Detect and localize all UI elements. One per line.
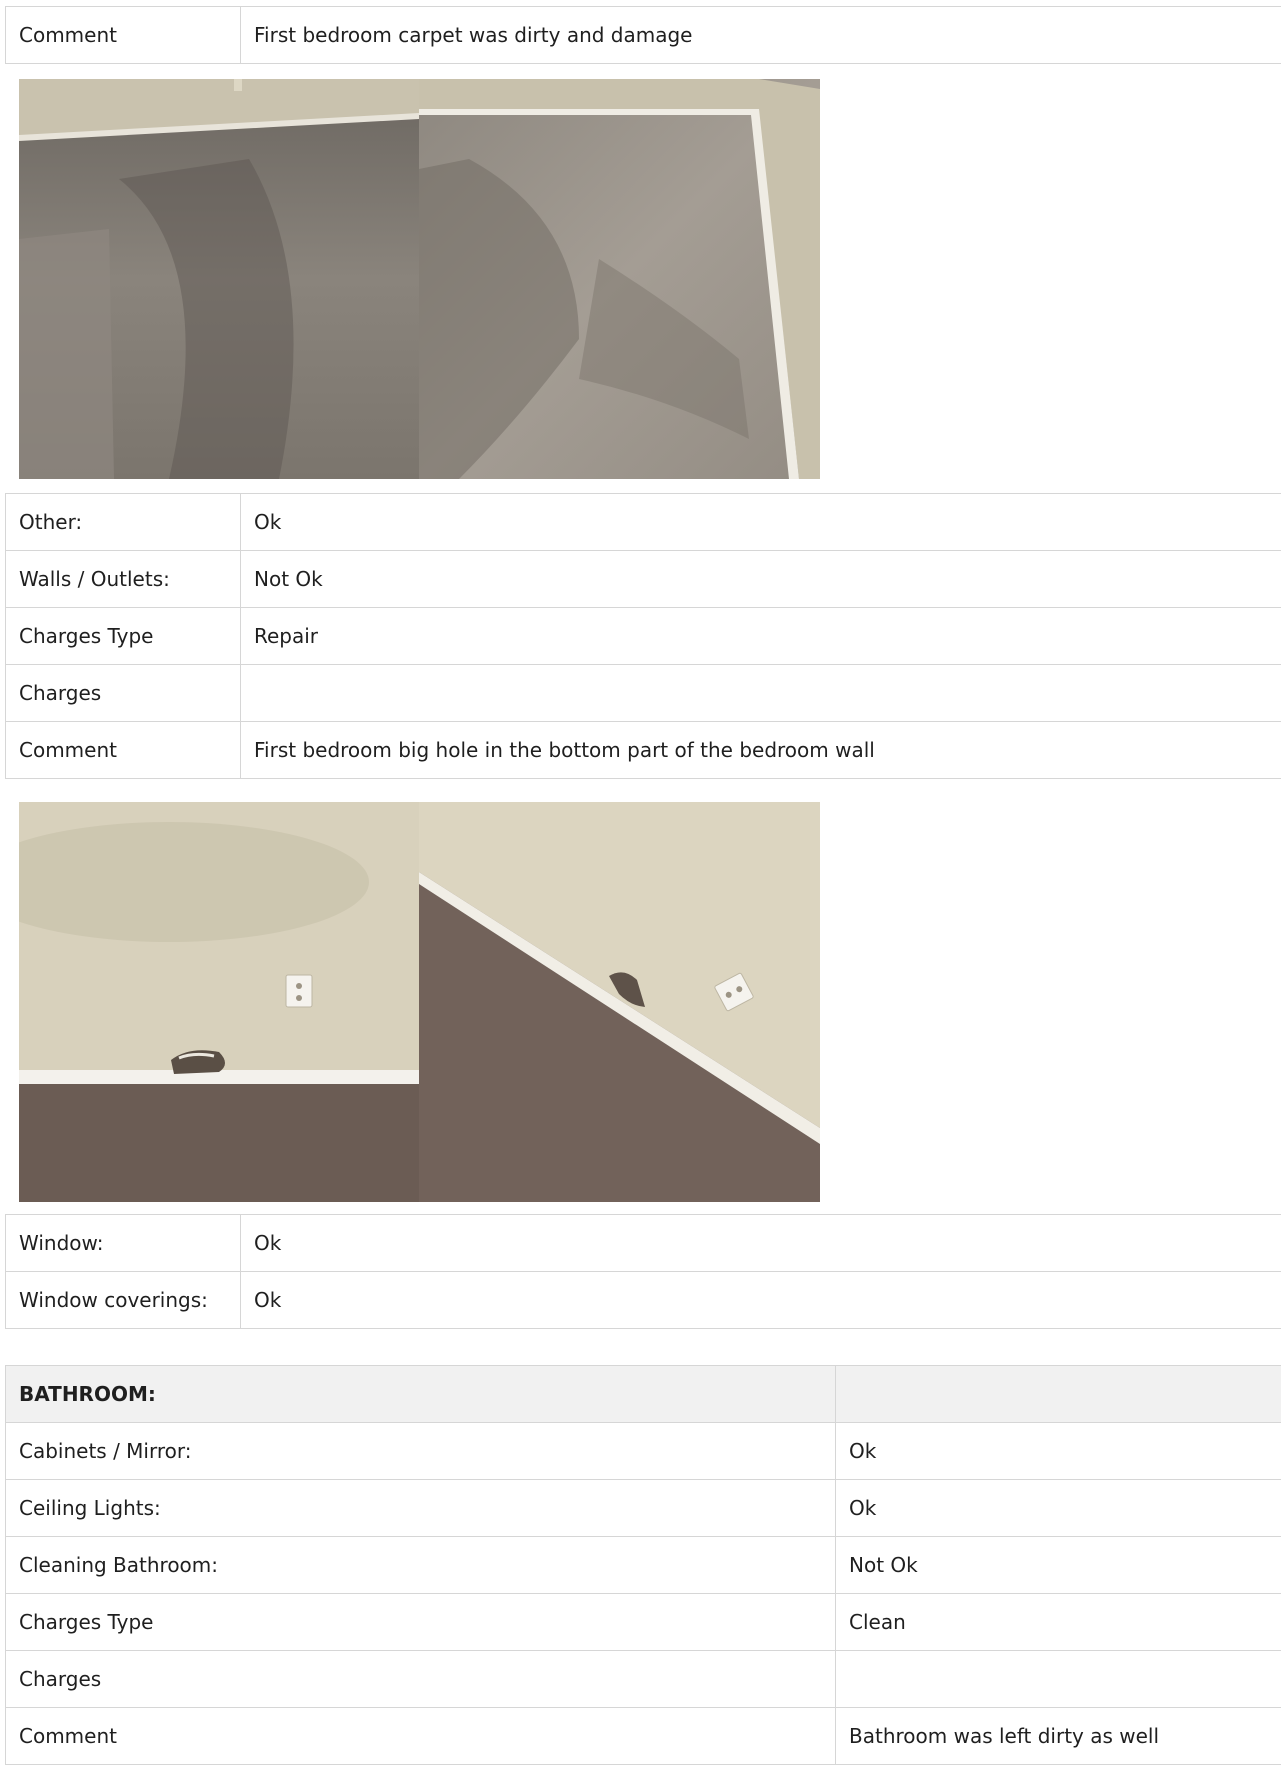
- row-value: Ok: [835, 1479, 1281, 1537]
- row-value: Repair: [240, 607, 1281, 665]
- row-label: Ceiling Lights:: [5, 1479, 836, 1537]
- table-row: Walls / Outlets: Not Ok: [5, 550, 1281, 608]
- row-value: Ok: [240, 493, 1281, 551]
- row-value: [240, 664, 1281, 722]
- row-label: Window coverings:: [5, 1271, 241, 1329]
- table-row: Charges: [5, 664, 1281, 722]
- row-label: Charges: [5, 664, 241, 722]
- row-value: [835, 1650, 1281, 1708]
- row-label: Cabinets / Mirror:: [5, 1422, 836, 1480]
- header-value: [835, 1365, 1281, 1423]
- row-label: Charges Type: [5, 1593, 836, 1651]
- table-header: BATHROOM:: [5, 1365, 1281, 1423]
- row-label: Charges Type: [5, 607, 241, 665]
- table-row: Window coverings: Ok: [5, 1271, 1281, 1329]
- walls-table: Other: Ok Walls / Outlets: Not Ok Charge…: [5, 493, 1281, 779]
- wall-photos: [19, 802, 820, 1202]
- row-label: Charges: [5, 1650, 836, 1708]
- row-label: Comment: [5, 6, 241, 64]
- row-value: Ok: [835, 1422, 1281, 1480]
- row-label: Cleaning Bathroom:: [5, 1536, 836, 1594]
- carpet-photos: [19, 79, 820, 479]
- table-row: Cabinets / Mirror: Ok: [5, 1422, 1281, 1480]
- table-row: Comment First bedroom big hole in the bo…: [5, 721, 1281, 779]
- section-title: BATHROOM:: [5, 1365, 836, 1423]
- row-value: First bedroom big hole in the bottom par…: [240, 721, 1281, 779]
- table-row: Comment First bedroom carpet was dirty a…: [5, 6, 1281, 64]
- carpet-photo-icon: [19, 79, 820, 479]
- table-row: Charges Type Clean: [5, 1593, 1281, 1651]
- row-label: Other:: [5, 493, 241, 551]
- row-label: Walls / Outlets:: [5, 550, 241, 608]
- row-value: Clean: [835, 1593, 1281, 1651]
- row-value: Bathroom was left dirty as well: [835, 1707, 1281, 1765]
- row-label: Comment: [5, 1707, 836, 1765]
- table-row: Charges Type Repair: [5, 607, 1281, 665]
- row-label: Window:: [5, 1214, 241, 1272]
- table-row: Window: Ok: [5, 1214, 1281, 1272]
- row-value: Ok: [240, 1214, 1281, 1272]
- table-row: Other: Ok: [5, 493, 1281, 551]
- row-value: Not Ok: [240, 550, 1281, 608]
- table-row: Ceiling Lights: Ok: [5, 1479, 1281, 1537]
- row-value: Not Ok: [835, 1536, 1281, 1594]
- row-label: Comment: [5, 721, 241, 779]
- table-row: Cleaning Bathroom: Not Ok: [5, 1536, 1281, 1594]
- row-value: First bedroom carpet was dirty and damag…: [240, 6, 1281, 64]
- wall-hole-photo-icon: [19, 802, 820, 1202]
- carpet-comment-table: Comment First bedroom carpet was dirty a…: [5, 6, 1281, 64]
- row-value: Ok: [240, 1271, 1281, 1329]
- window-table: Window: Ok Window coverings: Ok: [5, 1214, 1281, 1329]
- table-row: Charges: [5, 1650, 1281, 1708]
- bathroom-table: BATHROOM: Cabinets / Mirror: Ok Ceiling …: [5, 1365, 1281, 1765]
- table-row: Comment Bathroom was left dirty as well: [5, 1707, 1281, 1765]
